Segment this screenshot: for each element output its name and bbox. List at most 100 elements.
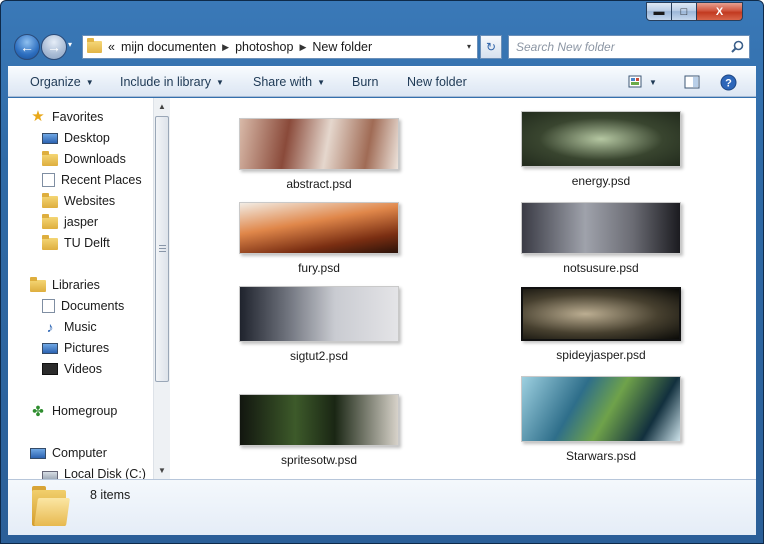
file-item-energy[interactable]: energy.psd [491,111,711,188]
file-name: fury.psd [298,261,340,275]
nav-item-label: Videos [64,362,102,376]
change-view-button[interactable] [626,73,646,91]
file-thumbnail [521,287,681,341]
scroll-up-button[interactable]: ▲ [154,98,170,115]
refresh-button[interactable]: ↻ [480,35,502,59]
grip-icon [159,245,166,252]
nav-favorites[interactable]: ★ Favorites [30,109,104,124]
nav-item-tu-delft[interactable]: TU Delft [42,235,110,250]
preview-pane-button[interactable] [682,73,702,91]
homegroup-icon: ✤ [32,403,44,419]
file-name: abstract.psd [286,177,352,191]
file-thumbnail [239,394,399,446]
nav-item-desktop[interactable]: Desktop [42,131,110,145]
nav-item-music[interactable]: ♪ Music [42,320,97,334]
file-name: notsusure.psd [563,261,639,275]
file-item-spideyjasper[interactable]: spideyjasper.psd [491,287,711,362]
maximize-button[interactable]: □ [672,2,697,21]
address-dropdown-button[interactable]: ▾ [467,42,471,51]
folder-icon [42,235,58,250]
nav-item-label: Recent Places [61,173,142,187]
forward-button[interactable]: → [41,34,67,60]
organize-label: Organize [30,75,81,89]
nav-libraries[interactable]: Libraries [30,277,100,292]
address-overflow-chevron[interactable]: « [108,40,115,54]
breadcrumb-mijn-documenten[interactable]: mijn documenten [121,40,216,54]
pictures-icon [42,342,58,354]
nav-item-label: Documents [61,299,125,313]
folder-icon [42,214,58,229]
videos-icon [42,363,58,375]
file-name: energy.psd [571,174,631,188]
nav-item-label: Downloads [64,152,126,166]
scroll-thumb[interactable] [155,116,169,382]
include-in-library-menu[interactable]: Include in library ▼ [120,75,224,89]
close-button[interactable]: X [697,2,743,21]
caption-buttons: ▬ □ X [646,2,758,22]
scroll-down-button[interactable]: ▼ [154,462,170,479]
file-item-spritesotw[interactable]: spritesotw.psd [209,394,429,467]
organize-menu[interactable]: Organize ▼ [30,75,94,89]
chevron-right-icon[interactable]: ▶ [222,42,229,53]
music-icon: ♪ [46,319,54,335]
file-thumbnail [239,118,399,170]
recent-places-icon [42,173,55,187]
command-bar: Organize ▼ Include in library ▼ Share wi… [8,66,756,97]
help-icon: ? [720,74,736,90]
help-glyph: ? [725,77,732,89]
nav-item-label: TU Delft [64,236,110,250]
nav-item-downloads[interactable]: Downloads [42,151,126,166]
new-folder-label: New folder [407,75,467,89]
nav-item-jasper[interactable]: jasper [42,214,99,229]
disk-icon [42,470,58,479]
search-box[interactable]: Search New folder [508,35,750,59]
file-item-abstract[interactable]: abstract.psd [209,118,429,191]
folder-icon [87,38,102,53]
file-list: abstract.psd energy.psd fury.psd notsusu… [171,98,756,479]
nav-libraries-label: Libraries [52,278,100,292]
new-folder-button[interactable]: New folder [407,75,467,89]
nav-pane-scrollbar[interactable]: ▲ ▼ [153,98,170,479]
back-button[interactable]: ← [14,34,40,60]
search-icon[interactable] [731,40,744,53]
file-name: Starwars.psd [565,449,637,463]
help-button[interactable]: ? [718,73,738,91]
nav-item-label: Pictures [64,341,110,355]
file-thumbnail [239,286,399,342]
nav-item-label: Desktop [64,131,110,145]
recent-pages-button[interactable]: ▾ [68,40,72,49]
file-name: spritesotw.psd [280,453,358,467]
breadcrumb-photoshop[interactable]: photoshop [235,40,293,54]
libraries-icon [30,277,46,292]
nav-favorites-label: Favorites [52,110,104,124]
file-item-notsusure[interactable]: notsusure.psd [491,202,711,275]
file-item-fury[interactable]: fury.psd [209,202,429,275]
view-icon [628,75,642,88]
computer-icon [30,447,46,459]
nav-item-videos[interactable]: Videos [42,362,102,376]
nav-computer[interactable]: Computer [30,446,107,460]
chevron-down-icon: ▼ [317,77,325,87]
minimize-button[interactable]: ▬ [646,2,672,21]
search-input[interactable]: Search New folder [516,40,615,54]
nav-computer-label: Computer [52,446,107,460]
breadcrumb-new-folder[interactable]: New folder [312,40,372,54]
nav-item-documents[interactable]: Documents [42,299,124,313]
nav-item-recent-places[interactable]: Recent Places [42,173,142,187]
nav-item-label: Websites [64,194,116,208]
view-options-dropdown[interactable]: ▼ [646,73,660,91]
file-item-sigtut2[interactable]: sigtut2.psd [209,286,429,363]
nav-item-label: jasper [64,215,99,229]
nav-item-label: Music [64,320,97,334]
chevron-right-icon[interactable]: ▶ [299,42,306,53]
burn-button[interactable]: Burn [352,75,378,89]
share-with-menu[interactable]: Share with ▼ [253,75,325,89]
folder-icon [42,193,58,208]
address-bar[interactable]: « mijn documenten ▶ photoshop ▶ New fold… [82,35,478,59]
nav-item-pictures[interactable]: Pictures [42,341,109,355]
nav-homegroup[interactable]: ✤ Homegroup [30,404,117,418]
file-item-starwars[interactable]: Starwars.psd [491,376,711,463]
nav-item-local-disk[interactable]: Local Disk (C:) [42,467,146,479]
navigation-bar: ← → ▾ « mijn documenten ▶ photoshop ▶ Ne… [8,30,756,64]
nav-item-websites[interactable]: Websites [42,193,116,208]
